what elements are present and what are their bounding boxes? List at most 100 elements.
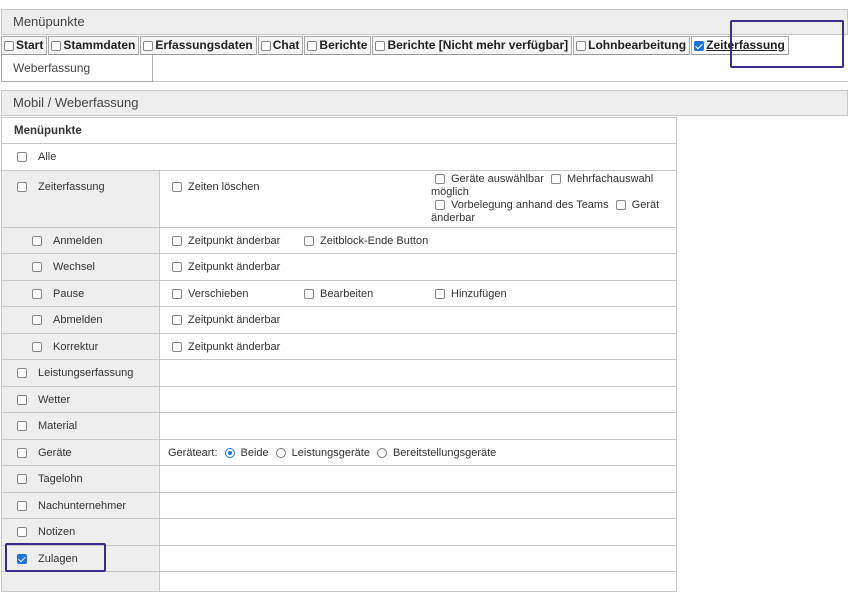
subtab-weberfassung[interactable]: Weberfassung bbox=[1, 55, 153, 82]
radio-bereitstellungsgeraete[interactable] bbox=[376, 447, 387, 458]
section-header: Mobil / Weberfassung bbox=[1, 90, 848, 116]
wechsel-checkbox[interactable] bbox=[32, 262, 42, 272]
menu-panel-title: Menüpunkte bbox=[13, 14, 85, 29]
anmelden-checkbox[interactable] bbox=[32, 235, 42, 246]
tab-label: Stammdaten bbox=[63, 38, 136, 52]
zeitblock-ende-checkbox[interactable] bbox=[304, 235, 314, 246]
divider bbox=[153, 81, 848, 82]
korrektur-options: Zeitpunkt änderbar bbox=[158, 333, 678, 360]
tab-erfassungsdaten[interactable]: Erfassungsdaten bbox=[140, 36, 257, 55]
nachunternehmer-label: Nachunternehmer bbox=[38, 499, 127, 512]
tab-checkbox[interactable] bbox=[576, 40, 587, 51]
row-abmelden: Abmelden bbox=[1, 306, 160, 334]
notizen-label: Notizen bbox=[38, 526, 76, 538]
tab-checkbox[interactable] bbox=[51, 40, 62, 51]
zeiterfassung-label: Zeiterfassung bbox=[38, 181, 105, 193]
tagelohn-label: Tagelohn bbox=[38, 473, 83, 485]
alle-checkbox[interactable] bbox=[17, 152, 27, 162]
highlight-zeiterfassung-tab bbox=[730, 20, 844, 68]
tab-checkbox[interactable] bbox=[4, 40, 14, 51]
row-partial-options bbox=[158, 571, 678, 592]
tagelohn-options bbox=[158, 465, 678, 493]
tab-checkbox[interactable] bbox=[143, 40, 154, 51]
table-header-label: Menüpunkte bbox=[14, 124, 82, 137]
radio-leistungsgeraete[interactable] bbox=[275, 447, 286, 458]
vorbelegung-checkbox[interactable] bbox=[435, 200, 445, 211]
korrektur-zeitpunkt-label: Zeitpunkt änderbar bbox=[188, 340, 281, 353]
abmelden-zeitpunkt-checkbox[interactable] bbox=[172, 315, 182, 325]
anmelden-label: Anmelden bbox=[53, 234, 103, 247]
mehrfachauswahl-checkbox[interactable] bbox=[551, 174, 562, 185]
tab-stammdaten[interactable]: Stammdaten bbox=[48, 36, 140, 55]
tab-berichte[interactable]: Berichte bbox=[304, 36, 372, 55]
tab-label: Erfassungsdaten bbox=[155, 38, 253, 52]
anmelden-zeitpunkt-checkbox[interactable] bbox=[172, 235, 182, 246]
radio-beide-label: Beide bbox=[240, 446, 269, 459]
menu-settings-table: Menüpunkte Alle Zeiterfassung Zeiten lös… bbox=[0, 117, 678, 592]
leistungserfassung-checkbox[interactable] bbox=[17, 368, 27, 378]
row-alle: Alle bbox=[0, 143, 678, 171]
geraete-auswaehlbar-checkbox[interactable] bbox=[435, 174, 445, 185]
bearbeiten-label: Bearbeiten bbox=[320, 287, 374, 300]
tab-start[interactable]: Start bbox=[1, 36, 48, 55]
tab-checkbox[interactable] bbox=[307, 40, 318, 51]
radio-beide[interactable] bbox=[224, 447, 235, 458]
zeiterfassung-options: Zeiten löschen Geräte auswählbar Mehrfac… bbox=[158, 170, 678, 228]
tab-lohnbearbeitung[interactable]: Lohnbearbeitung bbox=[573, 36, 691, 55]
row-korrektur: Korrektur bbox=[1, 333, 160, 360]
verschieben-label: Verschieben bbox=[188, 287, 249, 300]
row-wetter: Wetter bbox=[1, 386, 160, 413]
tab-checkbox[interactable] bbox=[260, 40, 271, 51]
row-anmelden: Anmelden bbox=[1, 227, 160, 254]
tab-label: Berichte [Nicht mehr verfügbar] bbox=[387, 38, 569, 52]
row-wechsel: Wechsel bbox=[1, 253, 160, 281]
geraet-aenderbar-checkbox[interactable] bbox=[615, 200, 626, 211]
row-pause: Pause bbox=[1, 280, 160, 307]
korrektur-label: Korrektur bbox=[53, 340, 99, 353]
wechsel-label: Wechsel bbox=[53, 261, 95, 273]
anmelden-options: Zeitpunkt änderbar Zeitblock-Ende Button bbox=[158, 227, 678, 254]
tagelohn-checkbox[interactable] bbox=[17, 474, 27, 484]
zeitblock-ende-label: Zeitblock-Ende Button bbox=[320, 234, 429, 247]
notizen-checkbox[interactable] bbox=[17, 527, 27, 537]
subtab-label: Weberfassung bbox=[13, 61, 91, 75]
tab-berichte-nicht-verfuegbar[interactable]: Berichte [Nicht mehr verfügbar] bbox=[372, 36, 573, 55]
row-geraete: Geräte bbox=[1, 439, 160, 466]
zeiterfassung-checkbox[interactable] bbox=[17, 182, 27, 192]
korrektur-checkbox[interactable] bbox=[32, 341, 42, 352]
tab-label: Lohnbearbeitung bbox=[588, 38, 687, 52]
pause-checkbox[interactable] bbox=[32, 288, 42, 299]
menu-panel-header: Menüpunkte bbox=[1, 9, 848, 35]
radio-leistungsgeraete-label: Leistungsgeräte bbox=[291, 446, 370, 459]
zeiten-loeschen-checkbox[interactable] bbox=[172, 182, 182, 192]
abmelden-checkbox[interactable] bbox=[32, 315, 42, 325]
wechsel-zeitpunkt-label: Zeitpunkt änderbar bbox=[188, 261, 281, 273]
nachunternehmer-checkbox[interactable] bbox=[17, 500, 27, 511]
bearbeiten-checkbox[interactable] bbox=[304, 288, 314, 299]
tab-checkbox[interactable] bbox=[694, 40, 705, 51]
zeiten-loeschen-label: Zeiten löschen bbox=[188, 181, 260, 193]
wechsel-zeitpunkt-checkbox[interactable] bbox=[172, 262, 182, 272]
leistungserfassung-options bbox=[158, 359, 678, 387]
geraet-aenderbar-label-2: änderbar bbox=[431, 212, 476, 224]
hinzufuegen-checkbox[interactable] bbox=[435, 288, 445, 299]
menu-tabs: Start Stammdaten Erfassungsdaten Chat Be… bbox=[1, 36, 848, 55]
abmelden-zeitpunkt-label: Zeitpunkt änderbar bbox=[188, 314, 281, 326]
verschieben-checkbox[interactable] bbox=[172, 288, 182, 299]
pause-options: Verschieben Bearbeiten Hinzufügen bbox=[158, 280, 678, 307]
tab-checkbox[interactable] bbox=[375, 40, 386, 51]
material-options bbox=[158, 412, 678, 440]
anmelden-zeitpunkt-label: Zeitpunkt änderbar bbox=[188, 234, 281, 247]
tab-label: Berichte bbox=[319, 38, 368, 52]
row-partial bbox=[1, 571, 160, 592]
row-leistungserfassung: Leistungserfassung bbox=[1, 359, 160, 387]
row-nachunternehmer: Nachunternehmer bbox=[1, 492, 160, 519]
geraete-options: Geräteart: Beide Leistungsgeräte Bereits… bbox=[158, 439, 678, 466]
row-material: Material bbox=[1, 412, 160, 440]
material-checkbox[interactable] bbox=[17, 421, 27, 431]
wetter-checkbox[interactable] bbox=[17, 394, 27, 405]
geraet-aenderbar-label: Gerät bbox=[631, 199, 660, 211]
geraete-checkbox[interactable] bbox=[17, 447, 27, 458]
korrektur-zeitpunkt-checkbox[interactable] bbox=[172, 341, 182, 352]
tab-chat[interactable]: Chat bbox=[257, 36, 304, 55]
